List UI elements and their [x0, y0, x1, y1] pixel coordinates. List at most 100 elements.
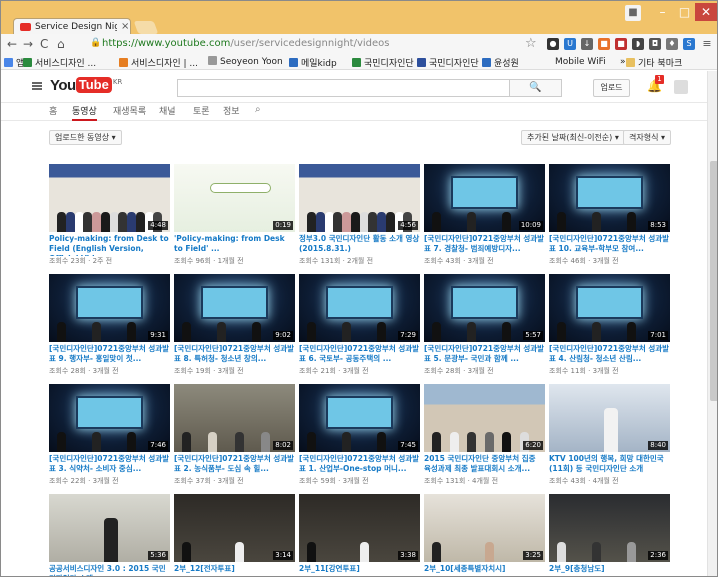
video-card[interactable]: 4:48 Policy-making: from Desk to Field (E…: [49, 164, 170, 268]
bookmark-item[interactable]: 국민디자인단: [417, 56, 479, 69]
video-thumbnail[interactable]: 10:09: [424, 164, 545, 232]
video-thumbnail[interactable]: 3:14: [174, 494, 295, 562]
video-thumbnail[interactable]: 4:48: [49, 164, 170, 232]
extension-icon[interactable]: ◗: [632, 38, 644, 50]
video-card[interactable]: 5:57 [국민디자인단]0721중앙부처 성과발표 5. 문광부- 국민과 함께…: [424, 274, 545, 378]
video-title[interactable]: KTV 100년의 행복, 희망 대한민국 (11회) 등 국민디자인단 소개: [549, 454, 670, 476]
extension-icon[interactable]: ◘: [649, 38, 661, 50]
video-title[interactable]: [국민디자인단]0721중앙부처 성과발표 6. 국토부- 공동주택의 ...: [299, 344, 420, 366]
video-thumbnail[interactable]: 0:19: [174, 164, 295, 232]
video-card[interactable]: 3:252부_10[세종특별자치시]조회수 ... · 5개월 전: [424, 494, 545, 576]
video-title[interactable]: 2부_12[전자투표]: [174, 564, 295, 576]
video-title[interactable]: [국민디자인단]0721중앙부처 성과발표 10. 교육부-학부모 참여...: [549, 234, 670, 256]
video-title[interactable]: [국민디자인단]0721중앙부처 성과발표 4. 산림청- 청소년 산림...: [549, 344, 670, 366]
presentation-screen: [575, 176, 644, 209]
video-thumbnail[interactable]: 4:56: [299, 164, 420, 232]
video-card[interactable]: 3:142부_12[전자투표]조회수 ... · 5개월 전: [174, 494, 295, 576]
bookmark-item[interactable]: 서비스디자인 | ...: [119, 56, 198, 69]
scrollbar[interactable]: [707, 71, 717, 576]
video-card[interactable]: 2:362부_9[충청남도]조회수 ... · 5개월 전: [549, 494, 670, 576]
video-thumbnail[interactable]: 2:36: [549, 494, 670, 562]
extension-icon[interactable]: ↓: [581, 38, 593, 50]
extension-icon[interactable]: S: [683, 38, 695, 50]
extension-icon[interactable]: ■: [615, 38, 627, 50]
bookmark-item[interactable]: 기타 북마크: [626, 56, 682, 69]
tab-close-icon[interactable]: ×: [121, 21, 129, 32]
video-thumbnail[interactable]: 9:31: [49, 274, 170, 342]
video-card[interactable]: 7:29 [국민디자인단]0721중앙부처 성과발표 6. 국토부- 공동주택의 …: [299, 274, 420, 378]
video-thumbnail[interactable]: 3:25: [424, 494, 545, 562]
bookmark-label: Mobile WiFi: [555, 57, 606, 67]
video-thumbnail[interactable]: 5:36: [49, 494, 170, 562]
video-thumbnail[interactable]: 6:20: [424, 384, 545, 452]
video-title[interactable]: [국민디자인단]0721중앙부처 성과발표 3. 식약처- 소비자 중심...: [49, 454, 170, 476]
video-title[interactable]: 2부_11[강연투표]: [299, 564, 420, 576]
video-card[interactable]: 8:40 KTV 100년의 행복, 희망 대한민국 (11회) 등 국민디자인단…: [549, 384, 670, 488]
video-title[interactable]: 정부3.0 국민디자인단 활동 소개 영상 (2015.8.31.): [299, 234, 420, 256]
video-card[interactable]: 10:09 [국민디자인단]0721중앙부처 성과발표 7. 경찰청- 범죄예방디…: [424, 164, 545, 268]
bookmark-item[interactable]: 국민디자인단: [352, 56, 414, 69]
video-title[interactable]: [국민디자인단]0721중앙부처 성과발표 9. 행자부- 홍일맞이 첫...: [49, 344, 170, 366]
video-card[interactable]: 7:45 [국민디자인단]0721중앙부처 성과발표 1. 산업부-One-sto…: [299, 384, 420, 488]
profile-icon[interactable]: ■: [625, 5, 641, 21]
video-thumbnail[interactable]: 9:02: [174, 274, 295, 342]
bookmark-item[interactable]: 앱: [4, 56, 24, 69]
video-title[interactable]: [국민디자인단]0721중앙부처 성과발표 5. 문광부- 국민과 함께 ...: [424, 344, 545, 366]
video-title[interactable]: [국민디자인단]0721중앙부처 성과발표 7. 경찰청- 범죄예방디자...: [424, 234, 545, 256]
video-card[interactable]: 5:36공공서비스디자인 3.0 : 2015 국민디자인단 소개조회수 ...: [49, 494, 170, 576]
video-card[interactable]: 7:01 [국민디자인단]0721중앙부처 성과발표 4. 산림청- 청소년 산림…: [549, 274, 670, 378]
video-card[interactable]: 4:56 정부3.0 국민디자인단 활동 소개 영상 (2015.8.31.) 조회…: [299, 164, 420, 268]
bookmark-item[interactable]: 윤성원: [482, 56, 519, 69]
home-icon[interactable]: ⌂: [57, 37, 65, 51]
video-title[interactable]: [국민디자인단]0721중앙부처 성과발표 8. 특허청- 청소년 창의...: [174, 344, 295, 366]
forward-arrow-icon[interactable]: →: [23, 37, 33, 51]
video-title[interactable]: 2부_10[세종특별자치시]: [424, 564, 545, 576]
video-card[interactable]: 9:31 [국민디자인단]0721중앙부처 성과발표 9. 행자부- 홍일맞이 첫…: [49, 274, 170, 378]
video-thumbnail[interactable]: 8:02: [174, 384, 295, 452]
video-title[interactable]: 'Policy-making: from Desk to Field' ...: [174, 234, 295, 256]
video-thumbnail[interactable]: 5:57: [424, 274, 545, 342]
menu-icon[interactable]: ≡: [701, 38, 713, 50]
scrollbar-thumb[interactable]: [710, 161, 717, 401]
bookmark-item[interactable]: Seoyeon Yoon: [208, 56, 283, 67]
video-thumbnail[interactable]: 7:45: [299, 384, 420, 452]
browser-tab[interactable]: Service Design Nigh ×: [13, 18, 131, 35]
bookmark-star-icon[interactable]: ☆: [525, 36, 537, 51]
maximize-button[interactable]: □: [672, 3, 697, 21]
extension-icon[interactable]: ●: [547, 38, 559, 50]
video-card[interactable]: 0:19 'Policy-making: from Desk to Field' …: [174, 164, 295, 268]
video-title[interactable]: Policy-making: from Desk to Field (Engli…: [49, 234, 170, 256]
back-arrow-icon[interactable]: ←: [7, 37, 17, 51]
video-thumbnail[interactable]: 7:46: [49, 384, 170, 452]
new-tab-button[interactable]: [133, 21, 159, 34]
video-title[interactable]: [국민디자인단]0721중앙부처 성과발표 1. 산업부-One-stop 머니…: [299, 454, 420, 476]
video-thumbnail[interactable]: 8:40: [549, 384, 670, 452]
bookmark-item[interactable]: 메일kidp: [289, 56, 337, 69]
close-window-button[interactable]: ✕: [695, 3, 717, 21]
video-title[interactable]: 공공서비스디자인 3.0 : 2015 국민디자인단 소개: [49, 564, 170, 576]
bookmark-item[interactable]: »: [608, 56, 626, 67]
bookmark-item[interactable]: 서비스디자인 ...: [23, 56, 96, 69]
video-thumbnail[interactable]: 8:53: [549, 164, 670, 232]
bookmark-label: 서비스디자인 | ...: [131, 59, 199, 69]
video-thumbnail[interactable]: 7:01: [549, 274, 670, 342]
video-card[interactable]: 8:53 [국민디자인단]0721중앙부처 성과발표 10. 교육부-학부모 참여…: [549, 164, 670, 268]
video-thumbnail[interactable]: 3:38: [299, 494, 420, 562]
bookmark-label: »: [620, 57, 626, 67]
video-thumbnail[interactable]: 7:29: [299, 274, 420, 342]
video-card[interactable]: 9:02 [국민디자인단]0721중앙부처 성과발표 8. 특허청- 청소년 창의…: [174, 274, 295, 378]
video-card[interactable]: 3:382부_11[강연투표]조회수 ... · 5개월 전: [299, 494, 420, 576]
video-title[interactable]: 2015 국민디자인단 중앙부처 집중 육성과제 최종 발표대회시 소개...: [424, 454, 545, 476]
bookmark-icon: [543, 56, 552, 65]
address-bar[interactable]: 🔒 https://www.youtube.com/user/servicede…: [87, 36, 541, 52]
reload-icon[interactable]: C: [40, 37, 48, 51]
video-title[interactable]: 2부_9[충청남도]: [549, 564, 670, 576]
extension-icon[interactable]: ♦: [666, 38, 678, 50]
bookmark-item[interactable]: Mobile WiFi: [543, 56, 606, 67]
video-card[interactable]: 6:20 2015 국민디자인단 중앙부처 집중 육성과제 최종 발표대회시 소개…: [424, 384, 545, 488]
extension-icon[interactable]: U: [564, 38, 576, 50]
extension-icon[interactable]: ■: [598, 38, 610, 50]
video-card[interactable]: 8:02 [국민디자인단]0721중앙부처 성과발표 2. 농식품부- 도심 속 …: [174, 384, 295, 488]
video-title[interactable]: [국민디자인단]0721중앙부처 성과발표 2. 농식품부- 도심 속 힐...: [174, 454, 295, 476]
video-card[interactable]: 7:46 [국민디자인단]0721중앙부처 성과발표 3. 식약처- 소비자 중심…: [49, 384, 170, 488]
